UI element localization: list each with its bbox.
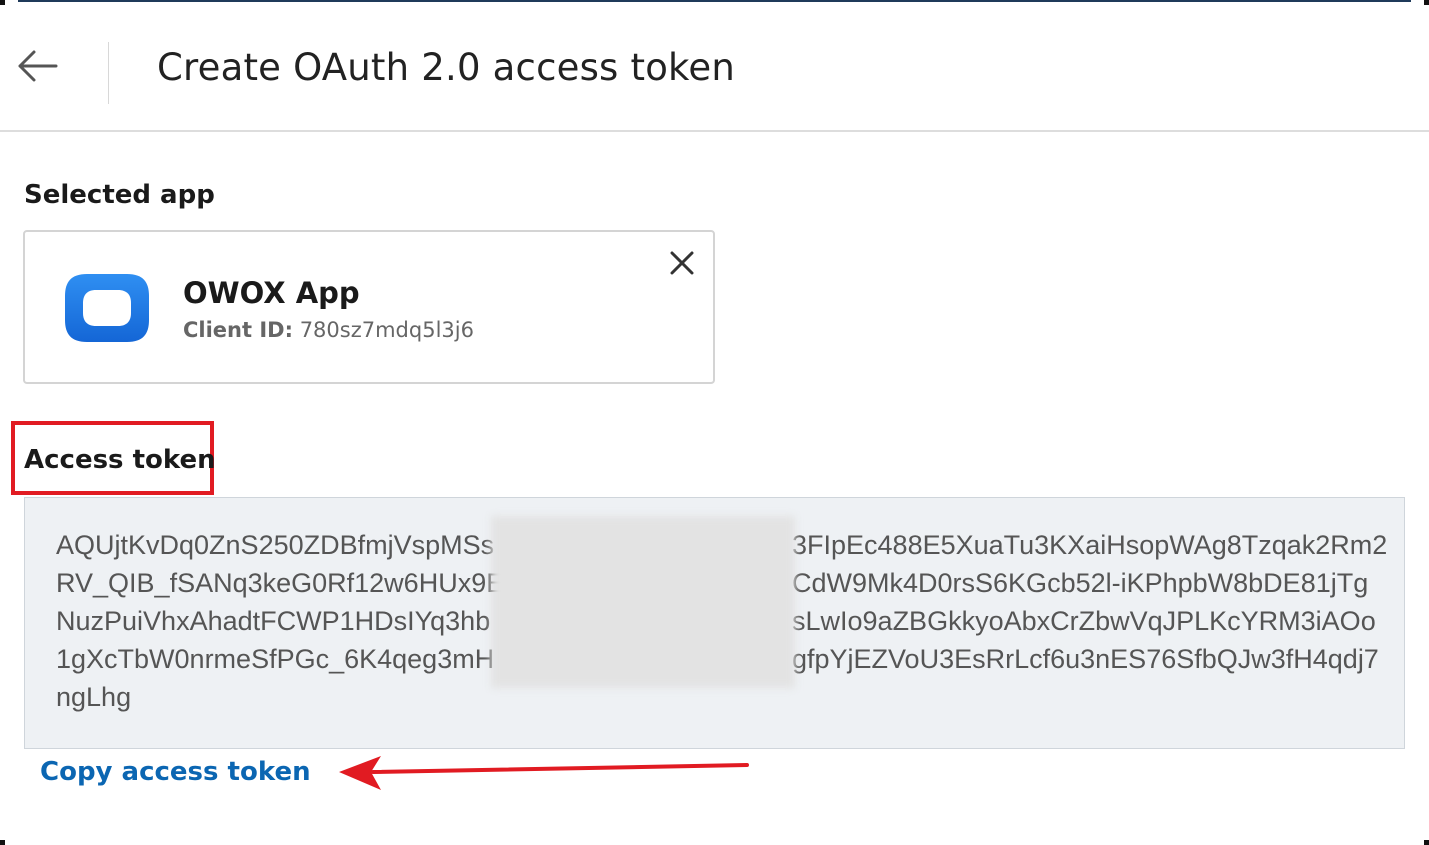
token-line-end: CdW9Mk4D0rsS6KGcb52l-iKPhpbW8bDE81jTg bbox=[792, 568, 1369, 598]
token-line-end: gfpYjEZVoU3EsRrLcf6u3nES76SfbQJw3fH4qdj7 bbox=[792, 644, 1379, 674]
app-name: OWOX App bbox=[183, 276, 360, 310]
header-divider bbox=[108, 42, 109, 104]
arrow-left-icon bbox=[18, 50, 58, 82]
annotation-arrow-icon bbox=[339, 756, 749, 790]
selected-app-card: OWOX App Client ID: 780sz7mdq5l3j6 bbox=[23, 230, 715, 384]
selected-app-label: Selected app bbox=[24, 180, 215, 210]
token-line-end: 3FIpEc488E5XuaTu3KXaiHsopWAg8Tzqak2Rm2 bbox=[792, 530, 1388, 560]
token-line-start: AQUjtKvDq0ZnS250ZDBfmjVspMSs bbox=[56, 530, 495, 560]
remove-app-button[interactable] bbox=[667, 248, 697, 278]
client-id-label: Client ID: bbox=[183, 318, 293, 342]
back-button[interactable] bbox=[12, 44, 62, 88]
access-token-box[interactable]: AQUjtKvDq0ZnS250ZDBfmjVspMSs 3FIpEc488E5X… bbox=[24, 497, 1405, 749]
close-icon bbox=[670, 251, 694, 275]
owox-logo-icon bbox=[65, 274, 149, 342]
access-token-label: Access token bbox=[24, 445, 216, 475]
token-redaction-blur bbox=[491, 516, 795, 688]
token-line-start: NuzPuiVhxAhadtFCWP1HDsIYq3hb bbox=[56, 606, 491, 636]
corner-mark bbox=[1424, 0, 1429, 5]
corner-mark bbox=[0, 0, 5, 5]
copy-access-token-link[interactable]: Copy access token bbox=[40, 757, 311, 787]
client-id-value: 780sz7mdq5l3j6 bbox=[299, 318, 474, 342]
client-id: Client ID: 780sz7mdq5l3j6 bbox=[183, 318, 474, 342]
token-line-start: RV_QIB_fSANq3keG0Rf12w6HUx9E bbox=[56, 568, 505, 598]
corner-mark bbox=[1424, 840, 1429, 845]
page-header: Create OAuth 2.0 access token bbox=[0, 0, 1429, 132]
token-line-start: 1gXcTbW0nrmeSfPGc_6K4qeg3mH bbox=[56, 644, 495, 674]
token-line-end: sLwIo9aZBGkkyoAbxCrZbwVqJPLKcYRM3iAOo bbox=[792, 606, 1376, 636]
page-title: Create OAuth 2.0 access token bbox=[157, 46, 735, 89]
token-line-start: ngLhg bbox=[56, 682, 132, 712]
corner-mark bbox=[0, 840, 5, 845]
